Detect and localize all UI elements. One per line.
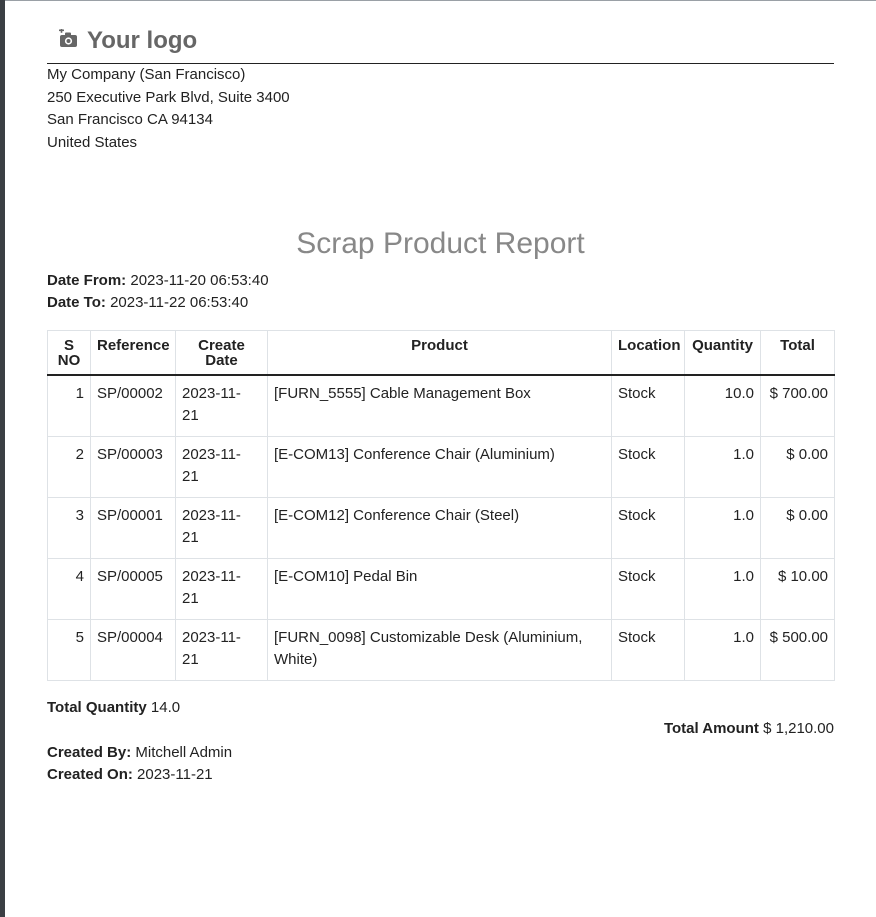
created-on-line: Created On: 2023-11-21 (47, 764, 232, 786)
cell-product: [E-COM12] Conference Chair (Steel) (267, 497, 612, 559)
cell-create-date: 2023-11- 21 (175, 558, 268, 620)
logo-text: Your logo (87, 27, 198, 54)
cell-reference: SP/00002 (90, 374, 176, 437)
date-to-value: 2023-11-22 06:53:40 (110, 294, 249, 311)
table-row: 4 SP/00005 2023-11- 21 [E-COM10] Pedal Bi… (47, 558, 835, 620)
cell-product: [FURN_5555] Cable Management Box (267, 374, 612, 437)
company-city: San Francisco CA 94134 (47, 111, 213, 129)
report-title: Scrap Product Report (296, 227, 585, 260)
total-amount-line: Total Amount $ 1,210.00 (664, 720, 834, 737)
company-country: United States (47, 133, 138, 151)
cell-location: Stock (611, 497, 685, 559)
created-on-label: Created On: (47, 766, 133, 783)
cell-quantity: 10.0 (684, 374, 761, 437)
header-location: Location (611, 330, 685, 376)
header-sno: S NO (47, 330, 91, 376)
cell-product: [E-COM10] Pedal Bin (267, 558, 612, 620)
table-row: 3 SP/00001 2023-11- 21 [E-COM12] Conferen… (47, 497, 835, 559)
created-info: Created By: Mitchell Admin Created On: 2… (47, 742, 232, 786)
total-amount-label: Total Amount (663, 720, 759, 737)
total-quantity-label: Total Quantity (47, 699, 147, 716)
cell-create-date: 2023-11- 21 (175, 436, 268, 498)
cell-quantity: 1.0 (684, 558, 761, 620)
date-to-label: Date To: (47, 294, 106, 311)
camera-icon (59, 27, 79, 54)
created-by-label: Created By: (47, 744, 132, 761)
cell-create-date: 2023-11- 21 (175, 497, 268, 559)
total-amount-value: $ 1,210.00 (763, 720, 834, 737)
window-top-edge (5, 0, 876, 1)
created-by-value: Mitchell Admin (135, 744, 233, 761)
cell-sno: 5 (47, 619, 91, 681)
cell-sno: 2 (47, 436, 91, 498)
total-quantity-value: 14.0 (150, 699, 181, 716)
header-quantity: Quantity (684, 330, 761, 376)
created-on-value: 2023-11-21 (137, 766, 213, 783)
date-to-line: Date To: 2023-11-22 06:53:40 (47, 292, 269, 314)
cell-total: $ 0.00 (760, 436, 835, 498)
cell-sno: 1 (47, 374, 91, 437)
table-row: 1 SP/00002 2023-11- 21 [FURN_5555] Cable … (47, 374, 835, 437)
cell-sno: 4 (47, 558, 91, 620)
table-row: 2 SP/00003 2023-11- 21 [E-COM13] Conferen… (47, 436, 835, 498)
cell-product: [FURN_0098] Customizable Desk (Aluminium… (267, 619, 612, 681)
total-quantity-line: Total Quantity 14.0 (47, 697, 180, 719)
header-product: Product (267, 330, 612, 376)
table-header-row: S NO Reference Create Date Product Locatio… (47, 330, 835, 376)
scrap-table: S NO Reference Create Date Product Locatio… (47, 330, 835, 681)
cell-location: Stock (611, 374, 685, 437)
date-from-line: Date From: 2023-11-20 06:53:40 (47, 270, 269, 292)
company-street: 250 Executive Park Blvd, Suite 3400 (47, 88, 290, 106)
header-create-date: Create Date (175, 330, 268, 376)
cell-create-date: 2023-11- 21 (175, 619, 268, 681)
window-left-edge (0, 0, 5, 917)
company-name: My Company (San Francisco) (47, 66, 246, 83)
date-from-value: 2023-11-20 06:53:40 (130, 272, 269, 289)
cell-reference: SP/00004 (90, 619, 176, 681)
cell-reference: SP/00005 (90, 558, 176, 620)
cell-location: Stock (611, 558, 685, 620)
cell-sno: 3 (47, 497, 91, 559)
created-by-line: Created By: Mitchell Admin (47, 742, 232, 764)
cell-location: Stock (611, 436, 685, 498)
cell-total: $ 0.00 (760, 497, 835, 559)
cell-reference: SP/00001 (90, 497, 176, 559)
cell-location: Stock (611, 619, 685, 681)
company-logo: Your logo (59, 27, 197, 55)
cell-product: [E-COM13] Conference Chair (Aluminium) (267, 436, 612, 498)
header-reference: Reference (90, 330, 176, 376)
table-row: 5 SP/00004 2023-11- 21 [FURN_0098] Custom… (47, 619, 835, 681)
header-total: Total (760, 330, 835, 376)
cell-quantity: 1.0 (684, 619, 761, 681)
cell-reference: SP/00003 (90, 436, 176, 498)
cell-quantity: 1.0 (684, 497, 761, 559)
cell-total: $ 500.00 (760, 619, 835, 681)
date-from-label: Date From: (47, 272, 127, 289)
cell-total: $ 10.00 (760, 558, 835, 620)
cell-create-date: 2023-11- 21 (175, 374, 268, 437)
report-date-range: Date From: 2023-11-20 06:53:40 Date To: … (47, 270, 269, 314)
cell-total: $ 700.00 (760, 374, 835, 437)
cell-quantity: 1.0 (684, 436, 761, 498)
company-address: My Company (San Francisco) 250 Executive… (47, 64, 290, 154)
